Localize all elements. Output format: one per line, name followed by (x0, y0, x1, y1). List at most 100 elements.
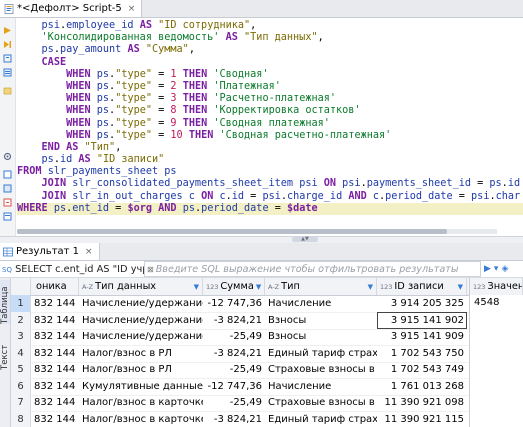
table-row[interactable]: 5 832 144 Налог/взнос в РЛ -25,49 Страховые … (11, 361, 523, 379)
code-line[interactable]: FROM slr_payments_sheet ps (17, 166, 523, 178)
table-cell[interactable]: 1 702 543 749 (377, 361, 467, 378)
table-cell[interactable]: 3 915 141 909 (377, 328, 467, 345)
value-panel-header[interactable]: 123 Значени (469, 278, 523, 295)
table-cell[interactable]: 1 761 013 268 (377, 378, 467, 395)
table-cell[interactable]: Начисление (265, 295, 377, 312)
sort-icon[interactable]: ▼ (458, 283, 466, 291)
table-cell[interactable]: 832 144 (31, 345, 79, 362)
close-icon[interactable]: × (128, 4, 136, 14)
table-cell[interactable]: Начисление/удержание (79, 328, 203, 345)
format-icon[interactable] (3, 212, 12, 221)
sort-icon[interactable]: ▼ (368, 283, 376, 291)
code-line[interactable]: WHERE ps.ent_id = $org AND ps.period_dat… (17, 202, 523, 215)
code-line[interactable]: JOIN slr_in_out_charges c ON c.id = psi.… (17, 191, 523, 203)
table-cell[interactable]: Взносы (265, 312, 377, 329)
table-cell[interactable]: Начисление (265, 378, 377, 395)
code-line[interactable]: WHEN ps."type" = 3 THEN 'Расчетно-платеж… (17, 93, 523, 105)
table-cell[interactable]: Налог/взнос в карточке (79, 394, 203, 411)
sql-editor[interactable]: psi.employee_id AS "ID сотрудника", 'Кон… (17, 20, 523, 235)
code-line[interactable]: WHEN ps."type" = 8 THEN 'Корректировка о… (17, 105, 523, 117)
variables-icon[interactable] (3, 184, 12, 193)
table-cell[interactable]: Взносы (265, 328, 377, 345)
table-cell[interactable]: Налог/взнос в карточке (79, 411, 203, 427)
table-cell[interactable]: 832 144 (31, 378, 79, 395)
table-cell[interactable]: -25,49 (203, 361, 265, 378)
scroll-thumb[interactable] (17, 229, 447, 234)
table-row[interactable]: 1 832 144 Начисление/удержание -12 747,36 На… (11, 295, 523, 313)
row-number[interactable]: 2 (11, 311, 31, 329)
column-header-record-id[interactable]: 123 ID записи ▼ (377, 278, 467, 295)
table-cell[interactable]: -12 747,36 (203, 378, 265, 395)
table-cell[interactable]: -25,49 (203, 328, 265, 345)
column-header-employee[interactable]: оника (31, 278, 79, 295)
filter-dropdown-icon[interactable]: ▾ (494, 264, 499, 274)
table-cell[interactable]: Страховые взносы в Фонд Со (265, 394, 377, 411)
output-icon[interactable] (3, 170, 12, 179)
code-line[interactable]: WHEN ps."type" = 2 THEN 'Платежная' (17, 81, 523, 93)
table-row[interactable]: 2 832 144 Начисление/удержание -3 824,21 Взн… (11, 311, 523, 330)
code-line[interactable]: psi.employee_id AS "ID сотрудника", (17, 20, 523, 32)
row-number[interactable]: 4 (11, 344, 31, 362)
table-cell[interactable]: Страховые взносы в Фонд Со (265, 361, 377, 378)
export-icon[interactable] (3, 198, 12, 207)
table-cell[interactable]: 832 144 (31, 328, 79, 345)
table-cell[interactable]: 832 144 (31, 312, 79, 329)
code-line[interactable]: CASE (17, 57, 523, 69)
new-tab-icon[interactable] (3, 54, 12, 63)
collapse-handle[interactable]: ▲▼ (292, 237, 318, 242)
table-row[interactable]: 4 832 144 Налог/взнос в РЛ -3 824,21 Единый … (11, 344, 523, 363)
table-cell[interactable]: 11 390 921 098 (377, 394, 467, 411)
row-number[interactable]: 8 (11, 410, 31, 427)
explain-plan-icon[interactable] (3, 68, 12, 77)
code-line[interactable]: WHEN ps."type" = 1 THEN 'Сводная' (17, 69, 523, 81)
table-cell[interactable]: -25,49 (203, 394, 265, 411)
column-header-data-type[interactable]: A-Z Тип данных ▼ (79, 278, 203, 295)
table-cell[interactable]: Единый тариф страховых взнс (265, 411, 377, 427)
row-number[interactable]: 1 (11, 295, 31, 312)
table-cell[interactable]: 3 915 141 902 (377, 311, 467, 329)
table-cell[interactable]: Единый тариф страховых взнс (265, 345, 377, 362)
row-number[interactable]: 5 (11, 361, 31, 378)
sort-icon[interactable]: ▼ (194, 283, 202, 291)
table-cell[interactable]: -3 824,21 (203, 411, 265, 427)
code-line[interactable]: ps.pay_amount AS "Сумма", (17, 44, 523, 56)
table-cell[interactable]: Начисление/удержание (79, 295, 203, 312)
code-line[interactable]: JOIN slr_consolidated_payments_sheet_ite… (17, 178, 523, 190)
sort-icon[interactable]: ▼ (256, 283, 264, 291)
code-line[interactable]: 'Консолидированная ведомость' AS "Тип да… (17, 32, 523, 44)
load-script-icon[interactable] (3, 86, 12, 95)
results-tab[interactable]: Результат 1 × (0, 243, 100, 260)
execute-statement-icon[interactable] (3, 26, 12, 35)
table-cell[interactable]: Налог/взнос в РЛ (79, 345, 203, 362)
table-cell[interactable]: -3 824,21 (203, 345, 265, 362)
tab-table[interactable]: Таблица (0, 280, 10, 324)
code-line[interactable]: WHEN ps."type" = 10 THEN 'Сводная расчет… (17, 130, 523, 142)
editor-tab-script[interactable]: *<Дефолт> Script-5 × (0, 0, 143, 17)
table-row[interactable]: 8 832 144 Налог/взнос в карточке -3 824,21 Е… (11, 410, 523, 427)
close-icon[interactable]: × (85, 247, 93, 257)
row-number[interactable]: 3 (11, 328, 31, 345)
clear-filter-icon[interactable]: ◈ (501, 264, 508, 274)
table-cell[interactable]: 3 914 205 325 (377, 295, 467, 312)
column-header-type[interactable]: A-Z Тип ▼ (265, 278, 377, 295)
table-cell[interactable]: Начисление/удержание (79, 312, 203, 329)
table-cell[interactable]: 1 702 543 750 (377, 345, 467, 362)
table-cell[interactable]: Кумулятивные данные (79, 378, 203, 395)
table-cell[interactable]: 11 390 921 115 (377, 411, 467, 427)
table-cell[interactable]: 832 144 (31, 394, 79, 411)
row-number[interactable]: 7 (11, 394, 31, 411)
row-number[interactable]: 6 (11, 377, 31, 395)
code-line[interactable]: WHEN ps."type" = 9 THEN 'Сводная платежн… (17, 118, 523, 130)
table-row[interactable]: 7 832 144 Налог/взнос в карточке -25,49 Стра… (11, 394, 523, 412)
table-cell[interactable]: Налог/взнос в РЛ (79, 361, 203, 378)
table-cell[interactable]: 832 144 (31, 295, 79, 312)
code-line[interactable]: END AS "Тип", (17, 142, 523, 154)
table-cell[interactable]: 832 144 (31, 411, 79, 427)
table-cell[interactable]: -12 747,36 (203, 295, 265, 312)
execute-script-icon[interactable] (3, 40, 12, 49)
table-row[interactable]: 3 832 144 Начисление/удержание -25,49 Взносы… (11, 328, 523, 346)
filter-input[interactable]: ⊠ Введите SQL выражение чтобы отфильтров… (144, 261, 481, 277)
table-cell[interactable]: -3 824,21 (203, 312, 265, 329)
code-line[interactable]: ps.id AS "ID записи" (17, 154, 523, 166)
table-cell[interactable]: 832 144 (31, 361, 79, 378)
